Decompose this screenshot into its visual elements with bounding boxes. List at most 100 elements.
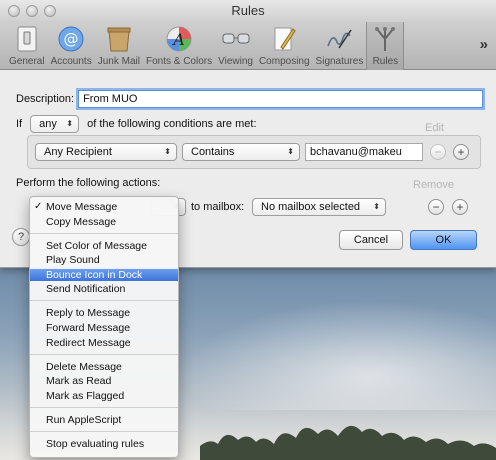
close-window-button[interactable] xyxy=(8,5,20,17)
menu-item-delete[interactable]: Delete Message xyxy=(30,361,178,373)
menu-item-mark-read[interactable]: Mark as Read xyxy=(30,375,178,387)
rules-icon xyxy=(370,25,400,53)
menu-item-set-color[interactable]: Set Color of Message xyxy=(30,240,178,252)
menu-item-label: Delete Message xyxy=(46,360,122,373)
menu-item-move-message[interactable]: ✓ Move Message xyxy=(30,201,178,213)
glasses-icon xyxy=(221,25,251,53)
add-condition-button[interactable]: + xyxy=(453,144,469,160)
toolbar-fonts-colors[interactable]: A Fonts & Colors xyxy=(143,22,215,70)
desktop-clouds xyxy=(180,300,496,410)
toolbar-rules[interactable]: Rules xyxy=(366,22,405,70)
condition-operator-popup[interactable]: Contains ⬍ xyxy=(182,143,300,161)
toolbar-viewing[interactable]: Viewing xyxy=(215,22,256,70)
menu-separator xyxy=(30,232,178,234)
remove-condition-button[interactable]: − xyxy=(430,144,446,160)
if-label: If xyxy=(16,118,23,130)
cancel-button[interactable]: Cancel xyxy=(339,230,403,250)
description-row: Description: From MUO xyxy=(16,90,484,108)
description-label: Description: xyxy=(16,93,75,105)
menu-item-play-sound[interactable]: Play Sound xyxy=(30,254,178,266)
popup-arrows-icon: ⬍ xyxy=(373,202,380,211)
font-palette-icon: A xyxy=(164,25,194,53)
popup-arrows-icon: ⬍ xyxy=(66,119,74,128)
title-bar: Rules xyxy=(0,0,496,22)
toolbar-signatures-label: Signatures xyxy=(315,56,364,67)
toolbar-general[interactable]: General xyxy=(6,22,48,70)
match-any-popup[interactable]: any ⬍ xyxy=(30,115,80,133)
menu-item-reply[interactable]: Reply to Message xyxy=(30,307,178,319)
condition-value-field[interactable]: bchavanu@makeu xyxy=(305,143,423,161)
menu-item-label: Set Color of Message xyxy=(46,239,147,252)
ghost-edit-button: Edit xyxy=(425,122,444,134)
popup-arrows-icon: ⬍ xyxy=(287,147,294,156)
menu-separator xyxy=(30,430,178,432)
menu-item-label: Send Notification xyxy=(46,283,126,296)
menu-item-label: Stop evaluating rules xyxy=(46,437,145,450)
menu-item-label: Mark as Read xyxy=(46,375,112,388)
menu-item-label: Reply to Message xyxy=(46,307,131,320)
match-row: If any ⬍ of the following conditions are… xyxy=(16,115,257,133)
menu-item-label: Bounce Icon in Dock xyxy=(46,268,143,281)
add-action-button[interactable]: + xyxy=(452,199,468,215)
pencil-icon xyxy=(269,25,299,53)
menu-item-label: Play Sound xyxy=(46,254,100,267)
toolbar-signatures[interactable]: Signatures xyxy=(313,22,367,70)
mailbox-value: No mailbox selected xyxy=(261,201,361,213)
toolbar-overflow-button[interactable]: » xyxy=(480,36,488,53)
menu-item-mark-flagged[interactable]: Mark as Flagged xyxy=(30,390,178,402)
desktop-trees xyxy=(200,425,496,460)
menu-item-label: Forward Message xyxy=(46,321,131,334)
toolbar-viewing-label: Viewing xyxy=(218,56,253,67)
window-title: Rules xyxy=(231,3,265,18)
preferences-toolbar: General @ Accounts Junk Mail A Fonts & C… xyxy=(0,22,496,70)
toolbar-accounts[interactable]: @ Accounts xyxy=(48,22,95,70)
to-mailbox-label: to mailbox: xyxy=(191,201,245,213)
menu-separator xyxy=(30,300,178,302)
condition-operator-value: Contains xyxy=(191,146,235,158)
checkmark-icon: ✓ xyxy=(34,201,43,212)
menu-separator xyxy=(30,353,178,355)
menu-item-send-notification[interactable]: Send Notification xyxy=(30,283,178,295)
help-button[interactable]: ? xyxy=(12,228,30,246)
toolbar-accounts-label: Accounts xyxy=(50,56,92,67)
condition-field-popup[interactable]: Any Recipient ⬍ xyxy=(35,143,177,161)
match-any-value: any xyxy=(39,118,57,130)
menu-item-redirect[interactable]: Redirect Message xyxy=(30,337,178,349)
menu-item-label: Copy Message xyxy=(46,215,117,228)
menu-item-label: Run AppleScript xyxy=(46,413,122,426)
trash-bin-icon xyxy=(104,25,134,53)
mailbox-popup[interactable]: No mailbox selected ⬍ xyxy=(252,198,386,216)
toolbar-general-label: General xyxy=(9,56,45,67)
ok-button[interactable]: OK xyxy=(410,230,477,250)
menu-item-label: Move Message xyxy=(46,201,118,213)
menu-item-run-applescript[interactable]: Run AppleScript xyxy=(30,414,178,426)
zoom-window-button[interactable] xyxy=(44,5,56,17)
remove-action-button[interactable]: − xyxy=(428,199,444,215)
svg-text:@: @ xyxy=(64,30,79,48)
signature-icon xyxy=(324,25,354,53)
switch-icon xyxy=(12,25,42,53)
ghost-remove-button: Remove xyxy=(413,179,454,191)
toolbar-rules-label: Rules xyxy=(372,56,399,67)
condition-field-value: Any Recipient xyxy=(44,146,112,158)
popup-arrows-icon: ⬍ xyxy=(164,147,171,156)
menu-item-forward[interactable]: Forward Message xyxy=(30,322,178,334)
toolbar-composing-label: Composing xyxy=(258,56,310,67)
menu-item-copy-message[interactable]: Copy Message xyxy=(30,216,178,228)
action-type-menu: ✓ Move Message Copy Message Set Color of … xyxy=(29,196,179,458)
minimize-window-button[interactable] xyxy=(26,5,38,17)
description-field[interactable]: From MUO xyxy=(78,90,484,108)
toolbar-junk-mail-label: Junk Mail xyxy=(97,56,140,67)
menu-item-bounce-icon[interactable]: Bounce Icon in Dock xyxy=(30,268,178,281)
conditions-label: of the following conditions are met: xyxy=(87,118,257,130)
condition-row: Any Recipient ⬍ Contains ⬍ bchavanu@make… xyxy=(27,135,481,169)
toolbar-fonts-colors-label: Fonts & Colors xyxy=(145,56,213,67)
toolbar-junk-mail[interactable]: Junk Mail xyxy=(95,22,143,70)
menu-item-stop-evaluating[interactable]: Stop evaluating rules xyxy=(30,438,178,450)
menu-item-label: Mark as Flagged xyxy=(46,389,125,402)
at-icon: @ xyxy=(56,25,86,53)
menu-item-label: Redirect Message xyxy=(46,336,131,349)
menu-separator xyxy=(30,406,178,408)
svg-text:A: A xyxy=(171,30,185,49)
toolbar-composing[interactable]: Composing xyxy=(256,22,313,70)
